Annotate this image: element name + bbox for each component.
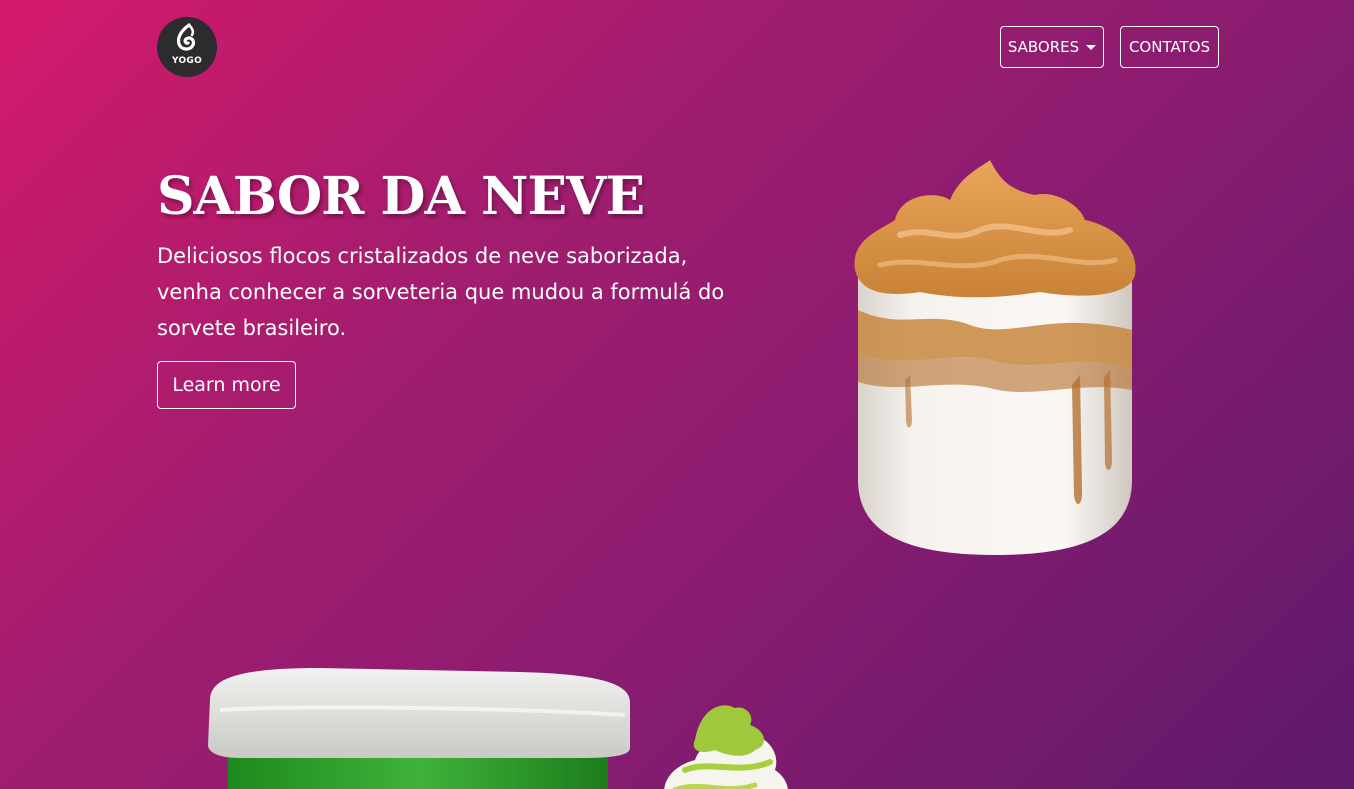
landing-page: YOGO SABORES CONTATOS SABOR DA NEVE Deli… — [0, 0, 1354, 789]
hero-title: SABOR DA NEVE — [157, 166, 645, 227]
yogo-logo-icon — [176, 23, 196, 51]
learn-more-label: Learn more — [172, 374, 281, 396]
green-ice-cream-tub-image — [208, 668, 630, 789]
dropdown-caret-icon — [1086, 44, 1097, 50]
contatos-label: CONTATOS — [1128, 38, 1211, 56]
learn-more-button[interactable]: Learn more — [157, 361, 296, 409]
contatos-button[interactable]: CONTATOS — [1120, 26, 1219, 68]
yogo-logo[interactable]: YOGO — [157, 17, 217, 77]
hero-description: Deliciosos flocos cristalizados de neve … — [157, 244, 725, 340]
logo-text: YOGO — [171, 56, 203, 66]
dalgona-coffee-glass-image — [854, 160, 1136, 555]
pistachio-dessert-image — [664, 705, 788, 789]
sabores-label: SABORES — [1007, 38, 1080, 56]
sabores-dropdown-button[interactable]: SABORES — [1000, 26, 1104, 68]
